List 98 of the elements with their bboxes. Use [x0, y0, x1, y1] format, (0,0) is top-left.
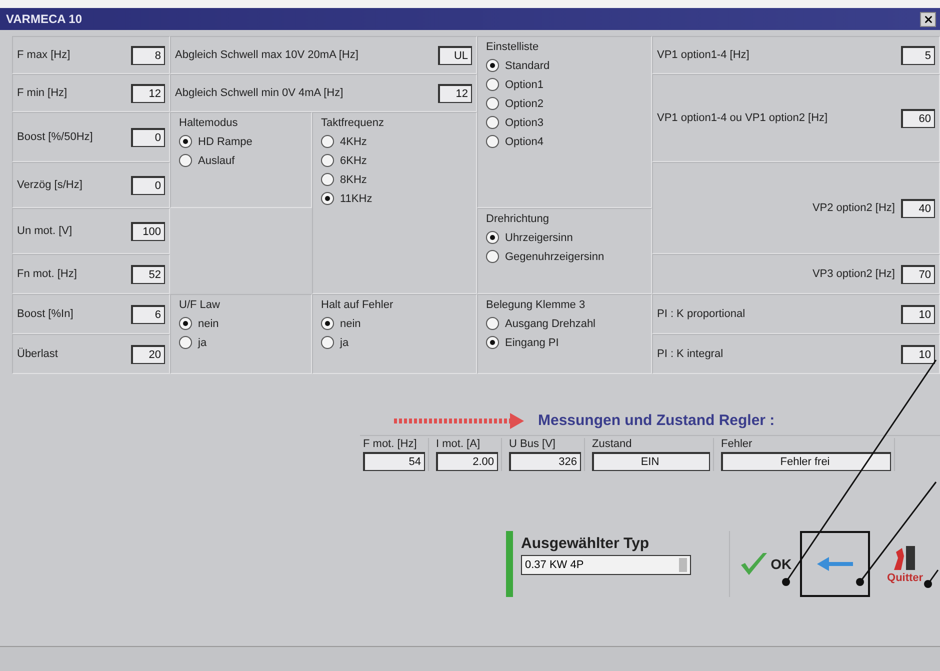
field-label: F min [Hz]: [17, 87, 68, 99]
scroll-handle-icon: [679, 558, 687, 572]
group-title: Drehrichtung: [486, 213, 549, 225]
radio-button[interactable]: [179, 154, 192, 167]
input-field[interactable]: 40: [901, 198, 935, 218]
field-label: VP2 option2 [Hz]: [812, 202, 895, 214]
readout-field: 326: [509, 452, 581, 471]
radio-label[interactable]: Standard: [505, 60, 550, 72]
close-button[interactable]: [920, 12, 936, 26]
radio-button[interactable]: [486, 336, 499, 349]
readout-field: EIN: [592, 452, 710, 471]
group-title: Halt auf Fehler: [321, 299, 394, 311]
radio-label[interactable]: ja: [340, 336, 349, 348]
field-label: PI : K integral: [657, 348, 724, 360]
field-label: VP1 option1-4 [Hz]: [657, 49, 750, 61]
panel-label: Ausgewählter Typ: [521, 535, 650, 552]
input-field[interactable]: 6: [131, 304, 165, 324]
readout-field: 2.00: [436, 452, 498, 471]
radio-button[interactable]: [486, 59, 499, 72]
radio-label[interactable]: nein: [340, 318, 361, 330]
radio-label[interactable]: nein: [198, 318, 219, 330]
column-label: Zustand: [592, 438, 633, 450]
radio-button[interactable]: [179, 317, 192, 330]
input-field[interactable]: 8: [131, 46, 165, 64]
radio-button[interactable]: [486, 250, 499, 263]
radio-label[interactable]: 6KHz: [340, 154, 367, 166]
radio-button[interactable]: [486, 231, 499, 244]
type-select[interactable]: 0.37 KW 4P: [521, 555, 691, 575]
column-label: I mot. [A]: [436, 438, 482, 450]
radio-button[interactable]: [321, 173, 334, 186]
column-label: U Bus [V]: [509, 438, 556, 450]
radio-label[interactable]: Eingang PI: [505, 336, 559, 348]
field-label: Überlast: [17, 348, 58, 360]
radio-label[interactable]: Option2: [505, 98, 544, 110]
input-field[interactable]: 10: [901, 344, 935, 364]
group-title: Taktfrequenz: [321, 117, 384, 129]
group-title: Einstelliste: [486, 41, 539, 53]
radio-label[interactable]: HD Rampe: [198, 136, 252, 148]
radio-label[interactable]: Option1: [505, 78, 544, 90]
input-field[interactable]: 52: [131, 264, 165, 284]
arrow-right-icon: [394, 412, 524, 428]
radio-label[interactable]: Uhrzeigersinn: [505, 232, 573, 244]
arrow-left-icon: [815, 555, 856, 573]
radio-label[interactable]: Option4: [505, 136, 544, 148]
radio-button[interactable]: [321, 154, 334, 167]
field-label: Boost [%/50Hz]: [17, 131, 93, 143]
field-label: Un mot. [V]: [17, 225, 72, 237]
close-icon: [922, 14, 934, 24]
window-title: VARMECA 10: [6, 12, 82, 26]
input-field[interactable]: UL: [438, 46, 472, 64]
input-field[interactable]: 12: [131, 84, 165, 102]
group-title: Haltemodus: [179, 117, 238, 129]
radio-button[interactable]: [321, 336, 334, 349]
radio-button[interactable]: [486, 135, 499, 148]
field-label: PI : K proportional: [657, 308, 746, 320]
input-field[interactable]: 10: [901, 304, 935, 324]
input-field[interactable]: 12: [438, 84, 472, 102]
field-label: Verzög [s/Hz]: [17, 179, 82, 191]
input-field[interactable]: 0: [131, 176, 165, 194]
back-button[interactable]: [800, 531, 870, 597]
group-title: Belegung Klemme 3: [486, 299, 586, 311]
radio-button[interactable]: [179, 336, 192, 349]
radio-label[interactable]: Auslauf: [198, 154, 235, 166]
column-label: Fehler: [721, 438, 754, 450]
radio-label[interactable]: Option3: [505, 116, 544, 128]
radio-button[interactable]: [486, 97, 499, 110]
radio-button[interactable]: [179, 135, 192, 148]
radio-button[interactable]: [486, 116, 499, 129]
input-field[interactable]: 0: [131, 128, 165, 146]
radio-label[interactable]: 8KHz: [340, 174, 367, 186]
radio-button[interactable]: [321, 135, 334, 148]
radio-label[interactable]: 11KHz: [340, 192, 372, 204]
radio-button[interactable]: [486, 78, 499, 91]
field-label: VP1 option1-4 ou VP1 option2 [Hz]: [657, 112, 828, 124]
field-label: F max [Hz]: [17, 49, 70, 61]
field-label: VP3 option2 [Hz]: [812, 268, 895, 280]
radio-button[interactable]: [321, 317, 334, 330]
group-title: U/F Law: [179, 299, 220, 311]
input-field[interactable]: 5: [901, 46, 935, 64]
input-field[interactable]: 100: [131, 222, 165, 240]
input-field[interactable]: 60: [901, 108, 935, 128]
radio-label[interactable]: 4KHz: [340, 136, 367, 148]
input-field[interactable]: 20: [131, 344, 165, 364]
readout-field: Fehler frei: [721, 452, 891, 471]
radio-button[interactable]: [321, 192, 334, 205]
radio-label[interactable]: Ausgang Drehzahl: [505, 318, 596, 330]
readout-field: 54: [363, 452, 425, 471]
field-label: Abgleich Schwell max 10V 20mA [Hz]: [175, 49, 358, 61]
input-field[interactable]: 70: [901, 264, 935, 284]
field-label: Abgleich Schwell min 0V 4mA [Hz]: [175, 87, 344, 99]
radio-label[interactable]: Gegenuhrzeigersinn: [505, 250, 604, 262]
radio-label[interactable]: ja: [198, 336, 207, 348]
radio-button[interactable]: [486, 317, 499, 330]
column-label: F mot. [Hz]: [363, 438, 418, 450]
checkmark-icon: [738, 551, 769, 577]
field-label: Fn mot. [Hz]: [17, 268, 77, 280]
section-title: Messungen und Zustand Regler :: [538, 412, 775, 429]
field-label: Boost [%In]: [17, 308, 74, 320]
